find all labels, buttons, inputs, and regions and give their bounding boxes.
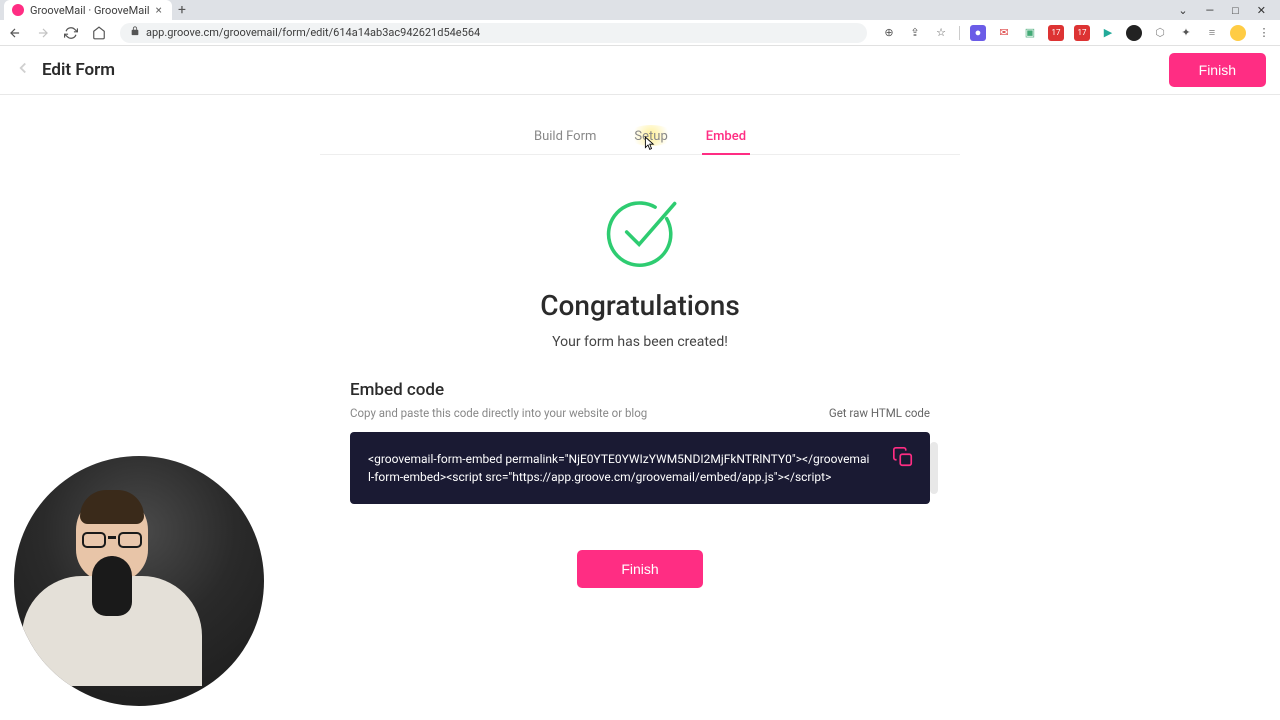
- embed-code-text[interactable]: <groovemail-form-embed permalink="NjE0YT…: [368, 450, 870, 486]
- tab-build-form[interactable]: Build Form: [530, 123, 600, 154]
- tab-title: GrooveMail · GrooveMail: [30, 4, 150, 17]
- ext-icon-4[interactable]: 17: [1074, 25, 1090, 41]
- zoom-icon[interactable]: ⊕: [881, 25, 897, 41]
- forward-button[interactable]: [36, 26, 50, 40]
- code-scrollbar[interactable]: [930, 442, 938, 494]
- back-button[interactable]: [8, 26, 22, 40]
- close-tab-icon[interactable]: ×: [156, 3, 162, 17]
- wizard-tabs: Build Form Setup Embed: [320, 123, 960, 155]
- congrats-subtext: Your form has been created!: [350, 334, 930, 350]
- tab-embed[interactable]: Embed: [702, 123, 750, 154]
- app-header: Edit Form Finish: [0, 46, 1280, 95]
- embed-hint: Copy and paste this code directly into y…: [350, 406, 647, 420]
- profile-icon[interactable]: [1230, 25, 1246, 41]
- finish-button-main[interactable]: Finish: [577, 550, 702, 588]
- ext-icon-7[interactable]: ⬡: [1152, 25, 1168, 41]
- maximize-button[interactable]: □: [1232, 4, 1239, 17]
- minimize-button[interactable]: —: [1206, 4, 1215, 17]
- star-icon[interactable]: ☆: [933, 25, 949, 41]
- browser-chrome: GrooveMail · GrooveMail × + ⌄ — □ ✕ app.…: [0, 0, 1280, 46]
- ext-icon-1[interactable]: ●: [970, 25, 986, 41]
- embed-code-box: <groovemail-form-embed permalink="NjE0YT…: [350, 432, 930, 504]
- reload-button[interactable]: [64, 26, 78, 40]
- ext-icon-6[interactable]: [1126, 25, 1142, 41]
- share-icon[interactable]: ⇪: [907, 25, 923, 41]
- ext-icon-3[interactable]: 17: [1048, 25, 1064, 41]
- lock-icon: [130, 26, 140, 39]
- window-controls: ⌄ — □ ✕: [1178, 4, 1280, 17]
- ext-icon-5[interactable]: ▶: [1100, 25, 1116, 41]
- chevron-down-icon[interactable]: ⌄: [1178, 4, 1187, 17]
- ext-icon-8[interactable]: ≡: [1204, 25, 1220, 41]
- back-chevron-icon[interactable]: [14, 59, 32, 81]
- url-bar[interactable]: app.groove.cm/groovemail/form/edit/614a1…: [120, 23, 867, 43]
- page-title: Edit Form: [42, 60, 115, 80]
- finish-button-header[interactable]: Finish: [1169, 53, 1266, 87]
- menu-icon[interactable]: ⋮: [1256, 25, 1272, 41]
- new-tab-button[interactable]: +: [172, 2, 192, 18]
- embed-code-heading: Embed code: [350, 380, 930, 400]
- main-content: Congratulations Your form has been creat…: [320, 195, 960, 588]
- favicon-icon: [12, 4, 24, 16]
- congrats-heading: Congratulations: [350, 289, 930, 322]
- copy-button[interactable]: [892, 446, 916, 470]
- ext-icon-2[interactable]: ▣: [1022, 25, 1038, 41]
- url-text: app.groove.cm/groovemail/form/edit/614a1…: [146, 26, 480, 39]
- extension-icons: ⊕ ⇪ ☆ ● ✉ ▣ 17 17 ▶ ⬡ ✦ ≡ ⋮: [881, 25, 1272, 41]
- cursor-pointer-icon: [641, 136, 655, 154]
- gmail-icon[interactable]: ✉: [996, 25, 1012, 41]
- extensions-icon[interactable]: ✦: [1178, 25, 1194, 41]
- raw-html-link[interactable]: Get raw HTML code: [829, 406, 930, 420]
- tab-bar: GrooveMail · GrooveMail × + ⌄ — □ ✕: [0, 0, 1280, 20]
- close-window-button[interactable]: ✕: [1257, 4, 1266, 17]
- home-button[interactable]: [92, 26, 106, 40]
- webcam-overlay: [14, 456, 264, 706]
- nav-bar: app.groove.cm/groovemail/form/edit/614a1…: [0, 20, 1280, 46]
- success-check-icon: [350, 195, 930, 269]
- browser-tab[interactable]: GrooveMail · GrooveMail ×: [4, 0, 172, 20]
